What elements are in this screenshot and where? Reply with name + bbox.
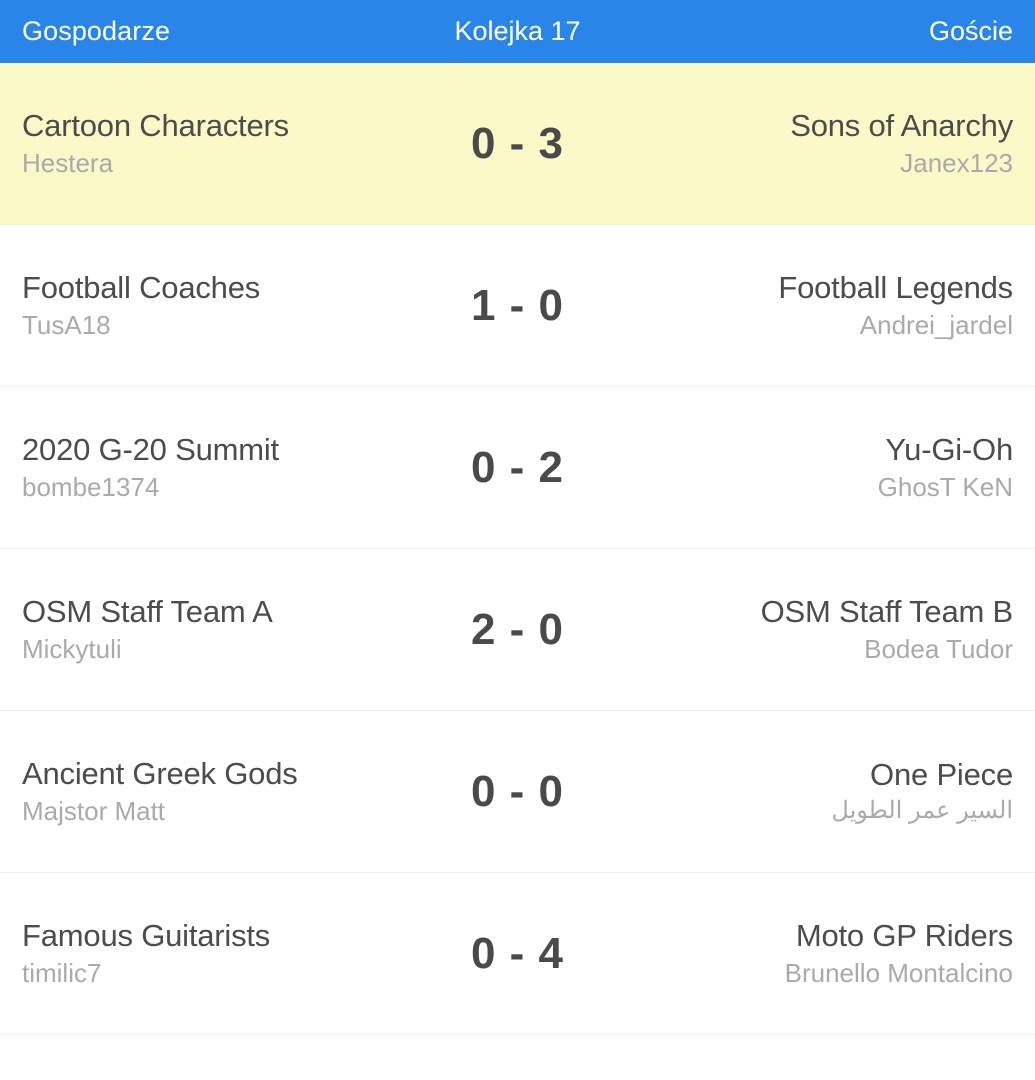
away-team-name: Yu-Gi-Oh (885, 431, 1013, 467)
away-team-cell[interactable]: Yu-Gi-Oh GhosT KeN (620, 387, 1035, 548)
away-team-cell[interactable]: Football Legends Andrei_jardel (620, 225, 1035, 386)
home-team-cell[interactable]: Famous Guitarists timilic7 (0, 873, 415, 1034)
away-team-name: OSM Staff Team B (760, 593, 1014, 629)
round-title: Kolejka 17 (454, 16, 581, 46)
fixtures-list: Cartoon Characters Hestera 0 - 3 Sons of An… (0, 63, 1035, 1035)
home-team-name: Cartoon Characters (22, 107, 289, 143)
away-manager-name: GhosT KeN (877, 472, 1013, 503)
away-team-cell[interactable]: One Piece السير عمر الطويل (620, 711, 1035, 872)
home-team-cell[interactable]: Cartoon Characters Hestera (0, 63, 415, 224)
away-manager-name: Andrei_jardel (859, 310, 1013, 341)
away-manager-name: Janex123 (900, 148, 1013, 179)
match-score: 0 - 3 (470, 118, 565, 168)
fixture-row[interactable]: Cartoon Characters Hestera 0 - 3 Sons of An… (0, 63, 1035, 225)
home-team-name: 2020 G-20 Summit (22, 431, 279, 467)
home-team-name: Ancient Greek Gods (22, 755, 298, 791)
away-team-name: Sons of Anarchy (790, 107, 1013, 143)
away-manager-name: Brunello Montalcino (784, 958, 1013, 989)
away-column-header: Goście (928, 16, 1013, 46)
fixture-row[interactable]: 2020 G-20 Summit bombe1374 0 - 2 Yu-Gi-Oh Gh… (0, 387, 1035, 549)
away-manager-name: السير عمر الطويل (831, 797, 1013, 825)
home-manager-name: TusA18 (22, 310, 111, 341)
fixture-row[interactable]: Football Coaches TusA18 1 - 0 Football Lege… (0, 225, 1035, 387)
away-team-cell[interactable]: Sons of Anarchy Janex123 (620, 63, 1035, 224)
home-team-cell[interactable]: Football Coaches TusA18 (0, 225, 415, 386)
match-score: 0 - 4 (470, 928, 565, 978)
round-header: Gospodarze Kolejka 17 Goście (0, 0, 1035, 63)
away-team-name: Moto GP Riders (795, 917, 1013, 953)
home-manager-name: Mickytuli (22, 634, 122, 665)
fixture-row[interactable]: Famous Guitarists timilic7 0 - 4 Moto GP Ri… (0, 873, 1035, 1035)
match-score: 2 - 0 (470, 604, 565, 654)
home-manager-name: timilic7 (22, 958, 102, 989)
home-team-cell[interactable]: Ancient Greek Gods Majstor Matt (0, 711, 415, 872)
away-team-cell[interactable]: OSM Staff Team B Bodea Tudor (620, 549, 1035, 710)
home-team-name: OSM Staff Team A (22, 593, 273, 629)
away-manager-name: Bodea Tudor (864, 634, 1013, 665)
home-team-name: Football Coaches (22, 269, 261, 305)
match-score: 0 - 0 (470, 766, 565, 816)
match-score: 0 - 2 (470, 442, 565, 492)
away-team-cell[interactable]: Moto GP Riders Brunello Montalcino (620, 873, 1035, 1034)
home-team-name: Famous Guitarists (22, 917, 271, 953)
home-manager-name: bombe1374 (22, 472, 160, 503)
home-team-cell[interactable]: OSM Staff Team A Mickytuli (0, 549, 415, 710)
fixture-row[interactable]: OSM Staff Team A Mickytuli 2 - 0 OSM Staff … (0, 549, 1035, 711)
fixture-row[interactable]: Ancient Greek Gods Majstor Matt 0 - 0 One P… (0, 711, 1035, 873)
home-manager-name: Majstor Matt (22, 796, 166, 827)
home-manager-name: Hestera (22, 148, 114, 179)
home-team-cell[interactable]: 2020 G-20 Summit bombe1374 (0, 387, 415, 548)
away-team-name: Football Legends (778, 269, 1013, 305)
away-team-name: One Piece (870, 756, 1013, 792)
match-score: 1 - 0 (470, 280, 565, 330)
